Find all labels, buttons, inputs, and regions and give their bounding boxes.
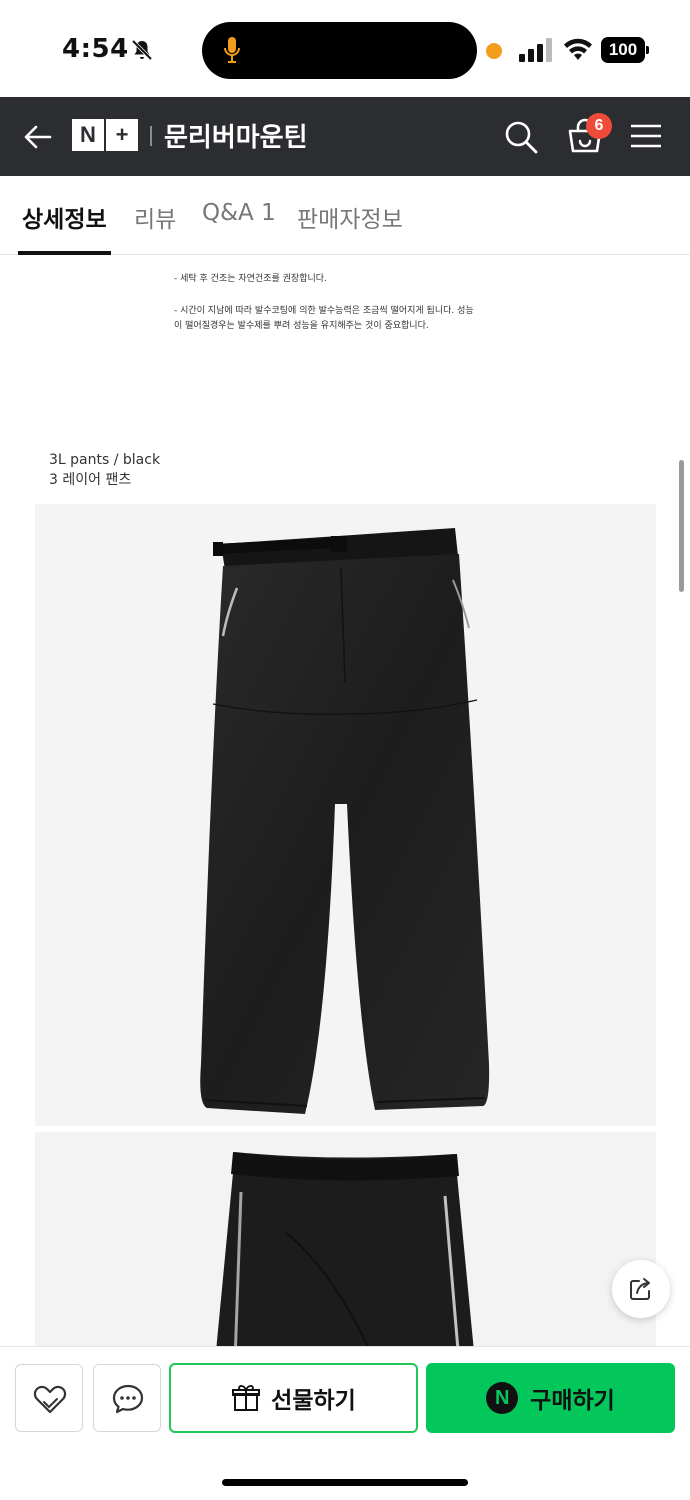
content-scrollbar[interactable] xyxy=(679,460,684,592)
tab-review[interactable]: 리뷰 xyxy=(134,200,176,234)
pants-front-image xyxy=(200,528,490,1114)
share-icon xyxy=(630,1278,650,1300)
status-time: 4:54 xyxy=(62,34,129,64)
product-caption: 3L pants / black 3 레이어 팬츠 xyxy=(49,450,160,490)
chat-button[interactable] xyxy=(93,1364,161,1432)
logo-n: N xyxy=(72,119,104,151)
active-tab-indicator xyxy=(18,251,111,255)
cellular-signal-icon xyxy=(519,38,552,62)
header-divider xyxy=(150,126,152,146)
wishlist-heart-icon xyxy=(33,1385,67,1414)
product-photo-pants-front[interactable] xyxy=(35,504,656,1126)
gift-button[interactable]: 선물하기 xyxy=(169,1363,418,1433)
purchase-action-bar: 선물하기 N 구매하기 xyxy=(0,1346,690,1500)
recording-dot xyxy=(486,43,502,59)
wifi-icon xyxy=(564,38,592,60)
back-arrow-icon[interactable] xyxy=(22,121,54,153)
product-photo-pants-closeup[interactable] xyxy=(35,1132,656,1346)
tab-qna[interactable]: Q&A 1 xyxy=(202,200,276,226)
naver-pay-mark: N xyxy=(486,1382,519,1414)
product-detail-content[interactable]: - 세탁 후 건조는 자연건조를 권장합니다. - 시간이 지남에 따라 발수코… xyxy=(0,256,690,1346)
detail-tabs: 상세정보 리뷰 Q&A 1 판매자정보 xyxy=(0,176,690,255)
app-header: N + 문리버마운틴 xyxy=(0,97,690,176)
bell-slash-icon xyxy=(131,39,153,61)
tab-seller-info[interactable]: 판매자정보 xyxy=(297,200,403,234)
product-detail-page: 4:54 100 N + 문리버마운틴 6 상세정보 리뷰 Q&A 1 판매자정… xyxy=(0,0,690,1500)
care-note-line: - 세탁 후 건조는 자연건조를 권장합니다. xyxy=(174,274,327,284)
battery-level: 100 xyxy=(601,37,645,63)
home-indicator[interactable] xyxy=(222,1479,468,1486)
pants-closeup-image xyxy=(216,1152,474,1346)
care-note-line: 이 떨어질경우는 발수제를 뿌려 성능을 유지해주는 것이 중요합니다. xyxy=(174,321,429,331)
cart-count-badge: 6 xyxy=(586,113,612,139)
buy-button-label: 구매하기 xyxy=(530,1388,615,1414)
battery-icon: 100 xyxy=(601,37,649,63)
store-name[interactable]: 문리버마운틴 xyxy=(164,117,308,154)
search-icon[interactable] xyxy=(503,119,539,155)
gift-button-label: 선물하기 xyxy=(271,1388,356,1414)
dynamic-island xyxy=(202,22,477,79)
chat-bubble-icon xyxy=(112,1384,144,1414)
caption-korean: 3 레이어 팬츠 xyxy=(49,472,132,488)
naver-plus-logo[interactable]: N + xyxy=(72,119,138,151)
caption-english: 3L pants / black xyxy=(49,452,161,468)
care-note-line: - 시간이 지남에 따라 발수코팅에 의한 발수능력은 조금씩 떨어지게 됩니다… xyxy=(174,306,474,316)
hamburger-menu-icon[interactable] xyxy=(630,123,662,149)
buy-button[interactable]: N 구매하기 xyxy=(426,1363,675,1433)
share-button[interactable] xyxy=(612,1260,670,1318)
tab-detail[interactable]: 상세정보 xyxy=(22,200,107,234)
gift-icon xyxy=(232,1385,261,1411)
status-bar: 4:54 100 xyxy=(0,0,690,97)
logo-plus: + xyxy=(106,119,138,151)
wishlist-button[interactable] xyxy=(15,1364,83,1432)
microphone-icon xyxy=(224,37,240,63)
